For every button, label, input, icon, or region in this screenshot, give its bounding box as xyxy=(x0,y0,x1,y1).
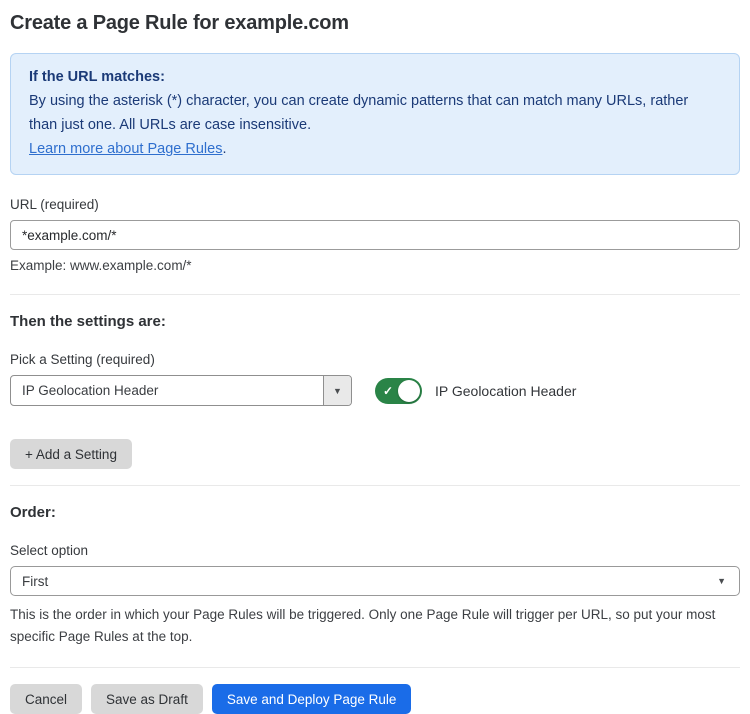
check-icon: ✓ xyxy=(383,383,393,399)
order-select-label: Select option xyxy=(10,543,740,558)
info-box-link-line: Learn more about Page Rules. xyxy=(29,137,721,161)
url-example-hint: Example: www.example.com/* xyxy=(10,258,740,273)
url-input[interactable] xyxy=(10,220,740,250)
add-setting-button[interactable]: + Add a Setting xyxy=(10,439,132,469)
pick-setting-label: Pick a Setting (required) xyxy=(10,352,740,367)
order-select-value: First xyxy=(22,574,48,589)
form-actions: Cancel Save as Draft Save and Deploy Pag… xyxy=(10,684,740,714)
chevron-down-icon: ▼ xyxy=(333,386,342,396)
order-select[interactable]: First ▼ xyxy=(10,566,740,596)
setting-dropdown-value: IP Geolocation Header xyxy=(11,376,323,405)
order-section-heading: Order: xyxy=(10,504,740,521)
info-box-body: By using the asterisk (*) character, you… xyxy=(29,89,689,137)
setting-dropdown-button[interactable]: ▼ xyxy=(323,376,351,405)
page-title: Create a Page Rule for example.com xyxy=(10,12,740,35)
url-field-label: URL (required) xyxy=(10,197,740,212)
setting-dropdown[interactable]: IP Geolocation Header ▼ xyxy=(10,375,352,406)
chevron-down-icon: ▼ xyxy=(717,576,726,586)
setting-toggle[interactable]: ✓ xyxy=(375,378,422,404)
toggle-knob xyxy=(398,380,420,402)
save-and-deploy-button[interactable]: Save and Deploy Page Rule xyxy=(212,684,412,714)
setting-toggle-label: IP Geolocation Header xyxy=(435,383,576,399)
info-box-heading: If the URL matches: xyxy=(29,65,721,89)
learn-more-link[interactable]: Learn more about Page Rules xyxy=(29,141,222,157)
url-match-info-box: If the URL matches: By using the asteris… xyxy=(10,53,740,175)
save-as-draft-button[interactable]: Save as Draft xyxy=(91,684,203,714)
settings-section-heading: Then the settings are: xyxy=(10,313,740,330)
link-suffix: . xyxy=(222,141,226,157)
order-help-text: This is the order in which your Page Rul… xyxy=(10,604,730,648)
page-rule-form: Create a Page Rule for example.com If th… xyxy=(0,0,750,714)
divider xyxy=(10,667,740,668)
setting-row: IP Geolocation Header ▼ ✓ IP Geolocation… xyxy=(10,375,740,406)
divider xyxy=(10,485,740,486)
divider xyxy=(10,294,740,295)
cancel-button[interactable]: Cancel xyxy=(10,684,82,714)
